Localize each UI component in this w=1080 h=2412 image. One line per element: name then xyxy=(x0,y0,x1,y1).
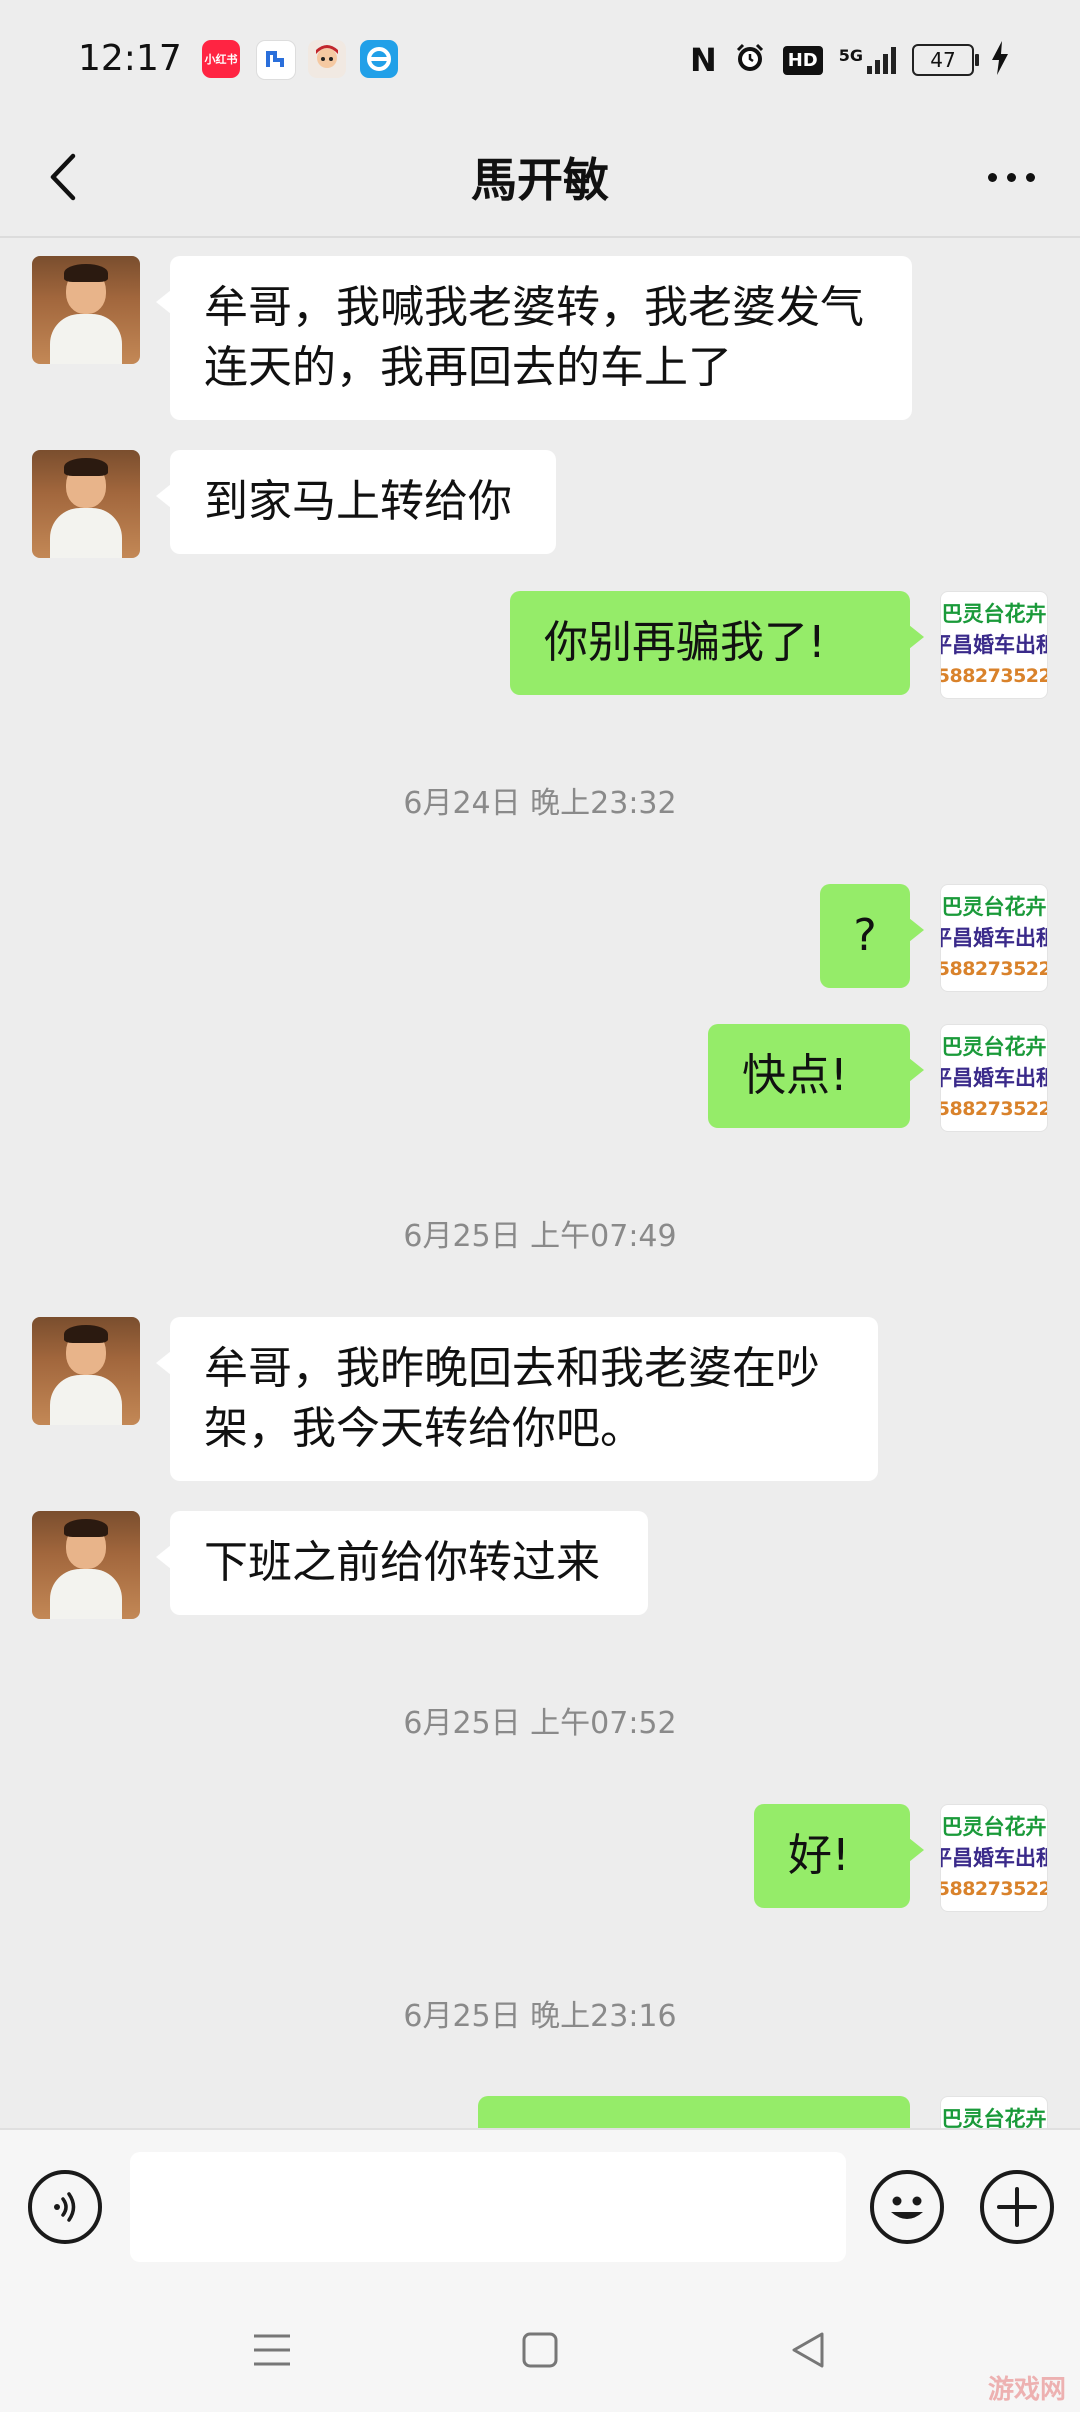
alarm-icon xyxy=(733,41,767,79)
status-indicators: N HD 5G 47 xyxy=(690,38,1010,82)
contact-avatar[interactable] xyxy=(32,450,140,558)
home-button[interactable] xyxy=(510,2320,570,2380)
self-avatar[interactable]: 巴灵台花卉 平昌婚车出租 15882735224 xyxy=(940,884,1048,992)
plus-button[interactable] xyxy=(980,2170,1054,2244)
incoming-message[interactable]: 牟哥，我喊我老婆转，我老婆发气连天的，我再回去的车上了 xyxy=(156,256,912,420)
chat-title: 馬开敏 xyxy=(471,153,609,207)
chat-header: 馬开敏 xyxy=(0,120,1080,238)
message-timestamp: 6月25日 上午07:52 xyxy=(403,1706,677,1741)
outgoing-message[interactable]: ? xyxy=(820,884,924,988)
menu-icon xyxy=(254,2334,290,2366)
outgoing-message[interactable]: 你别再骗我了! xyxy=(510,591,924,695)
xiaohongshu-icon: 小红书 xyxy=(202,40,240,78)
voice-button[interactable] xyxy=(28,2170,102,2244)
message-timestamp: 6月25日 晚上23:16 xyxy=(403,1999,677,2034)
contact-avatar[interactable] xyxy=(32,1317,140,1425)
voice-icon xyxy=(54,2192,76,2222)
battery-icon: 47 xyxy=(912,44,979,76)
back-triangle-icon xyxy=(792,2332,824,2368)
hd-icon: HD xyxy=(782,45,823,75)
plus-icon xyxy=(997,2187,1037,2227)
status-bar: 12:17 小红书 N HD 5G 47 xyxy=(0,0,1080,120)
outgoing-message[interactable]: 好! xyxy=(754,1804,924,1908)
self-avatar[interactable]: 巴灵台花卉 平昌婚车出租 15882735224 xyxy=(940,2096,1048,2128)
nfc-icon: N xyxy=(689,41,717,79)
emoji-button[interactable] xyxy=(870,2170,944,2244)
charging-icon xyxy=(990,41,1010,79)
message-input[interactable] xyxy=(130,2152,846,2262)
input-bar xyxy=(0,2128,1080,2286)
incoming-message[interactable]: 下班之前给你转过来 xyxy=(156,1511,648,1615)
outgoing-message[interactable] xyxy=(478,2096,910,2128)
signal-5g-icon: 5G xyxy=(839,46,896,74)
home-icon xyxy=(522,2332,558,2368)
system-nav-bar: 游戏网 xyxy=(0,2284,1080,2412)
outgoing-message[interactable]: 快点! xyxy=(708,1024,924,1128)
incoming-message[interactable]: 到家马上转给你 xyxy=(156,450,556,554)
more-button[interactable] xyxy=(966,142,1056,212)
app-icon-browser xyxy=(360,40,398,78)
watermark: 游戏网 xyxy=(987,2375,1066,2405)
recent-apps-button[interactable] xyxy=(242,2320,302,2380)
contact-avatar[interactable] xyxy=(32,1511,140,1619)
back-nav-button[interactable] xyxy=(778,2320,838,2380)
chat-area[interactable]: 牟哥，我喊我老婆转，我老婆发气连天的，我再回去的车上了 到家马上转给你 巴灵台花… xyxy=(0,238,1080,2128)
self-avatar[interactable]: 巴灵台花卉 平昌婚车出租 15882735224 xyxy=(940,1024,1048,1132)
app-icon-character xyxy=(308,40,346,78)
status-time: 12:17 xyxy=(78,38,182,79)
message-timestamp: 6月25日 上午07:49 xyxy=(403,1219,677,1254)
more-dots-icon xyxy=(987,172,997,182)
emoji-icon xyxy=(891,2196,923,2219)
contact-avatar[interactable] xyxy=(32,256,140,364)
incoming-message[interactable]: 牟哥，我昨晚回去和我老婆在吵架，我今天转给你吧。 xyxy=(156,1317,878,1481)
self-avatar[interactable]: 巴灵台花卉 平昌婚车出租 15882735224 xyxy=(940,1804,1048,1912)
app-icon-blue xyxy=(256,40,296,80)
message-timestamp: 6月24日 晚上23:32 xyxy=(403,786,677,821)
self-avatar[interactable]: 巴灵台花卉 平昌婚车出租 15882735224 xyxy=(940,591,1048,699)
